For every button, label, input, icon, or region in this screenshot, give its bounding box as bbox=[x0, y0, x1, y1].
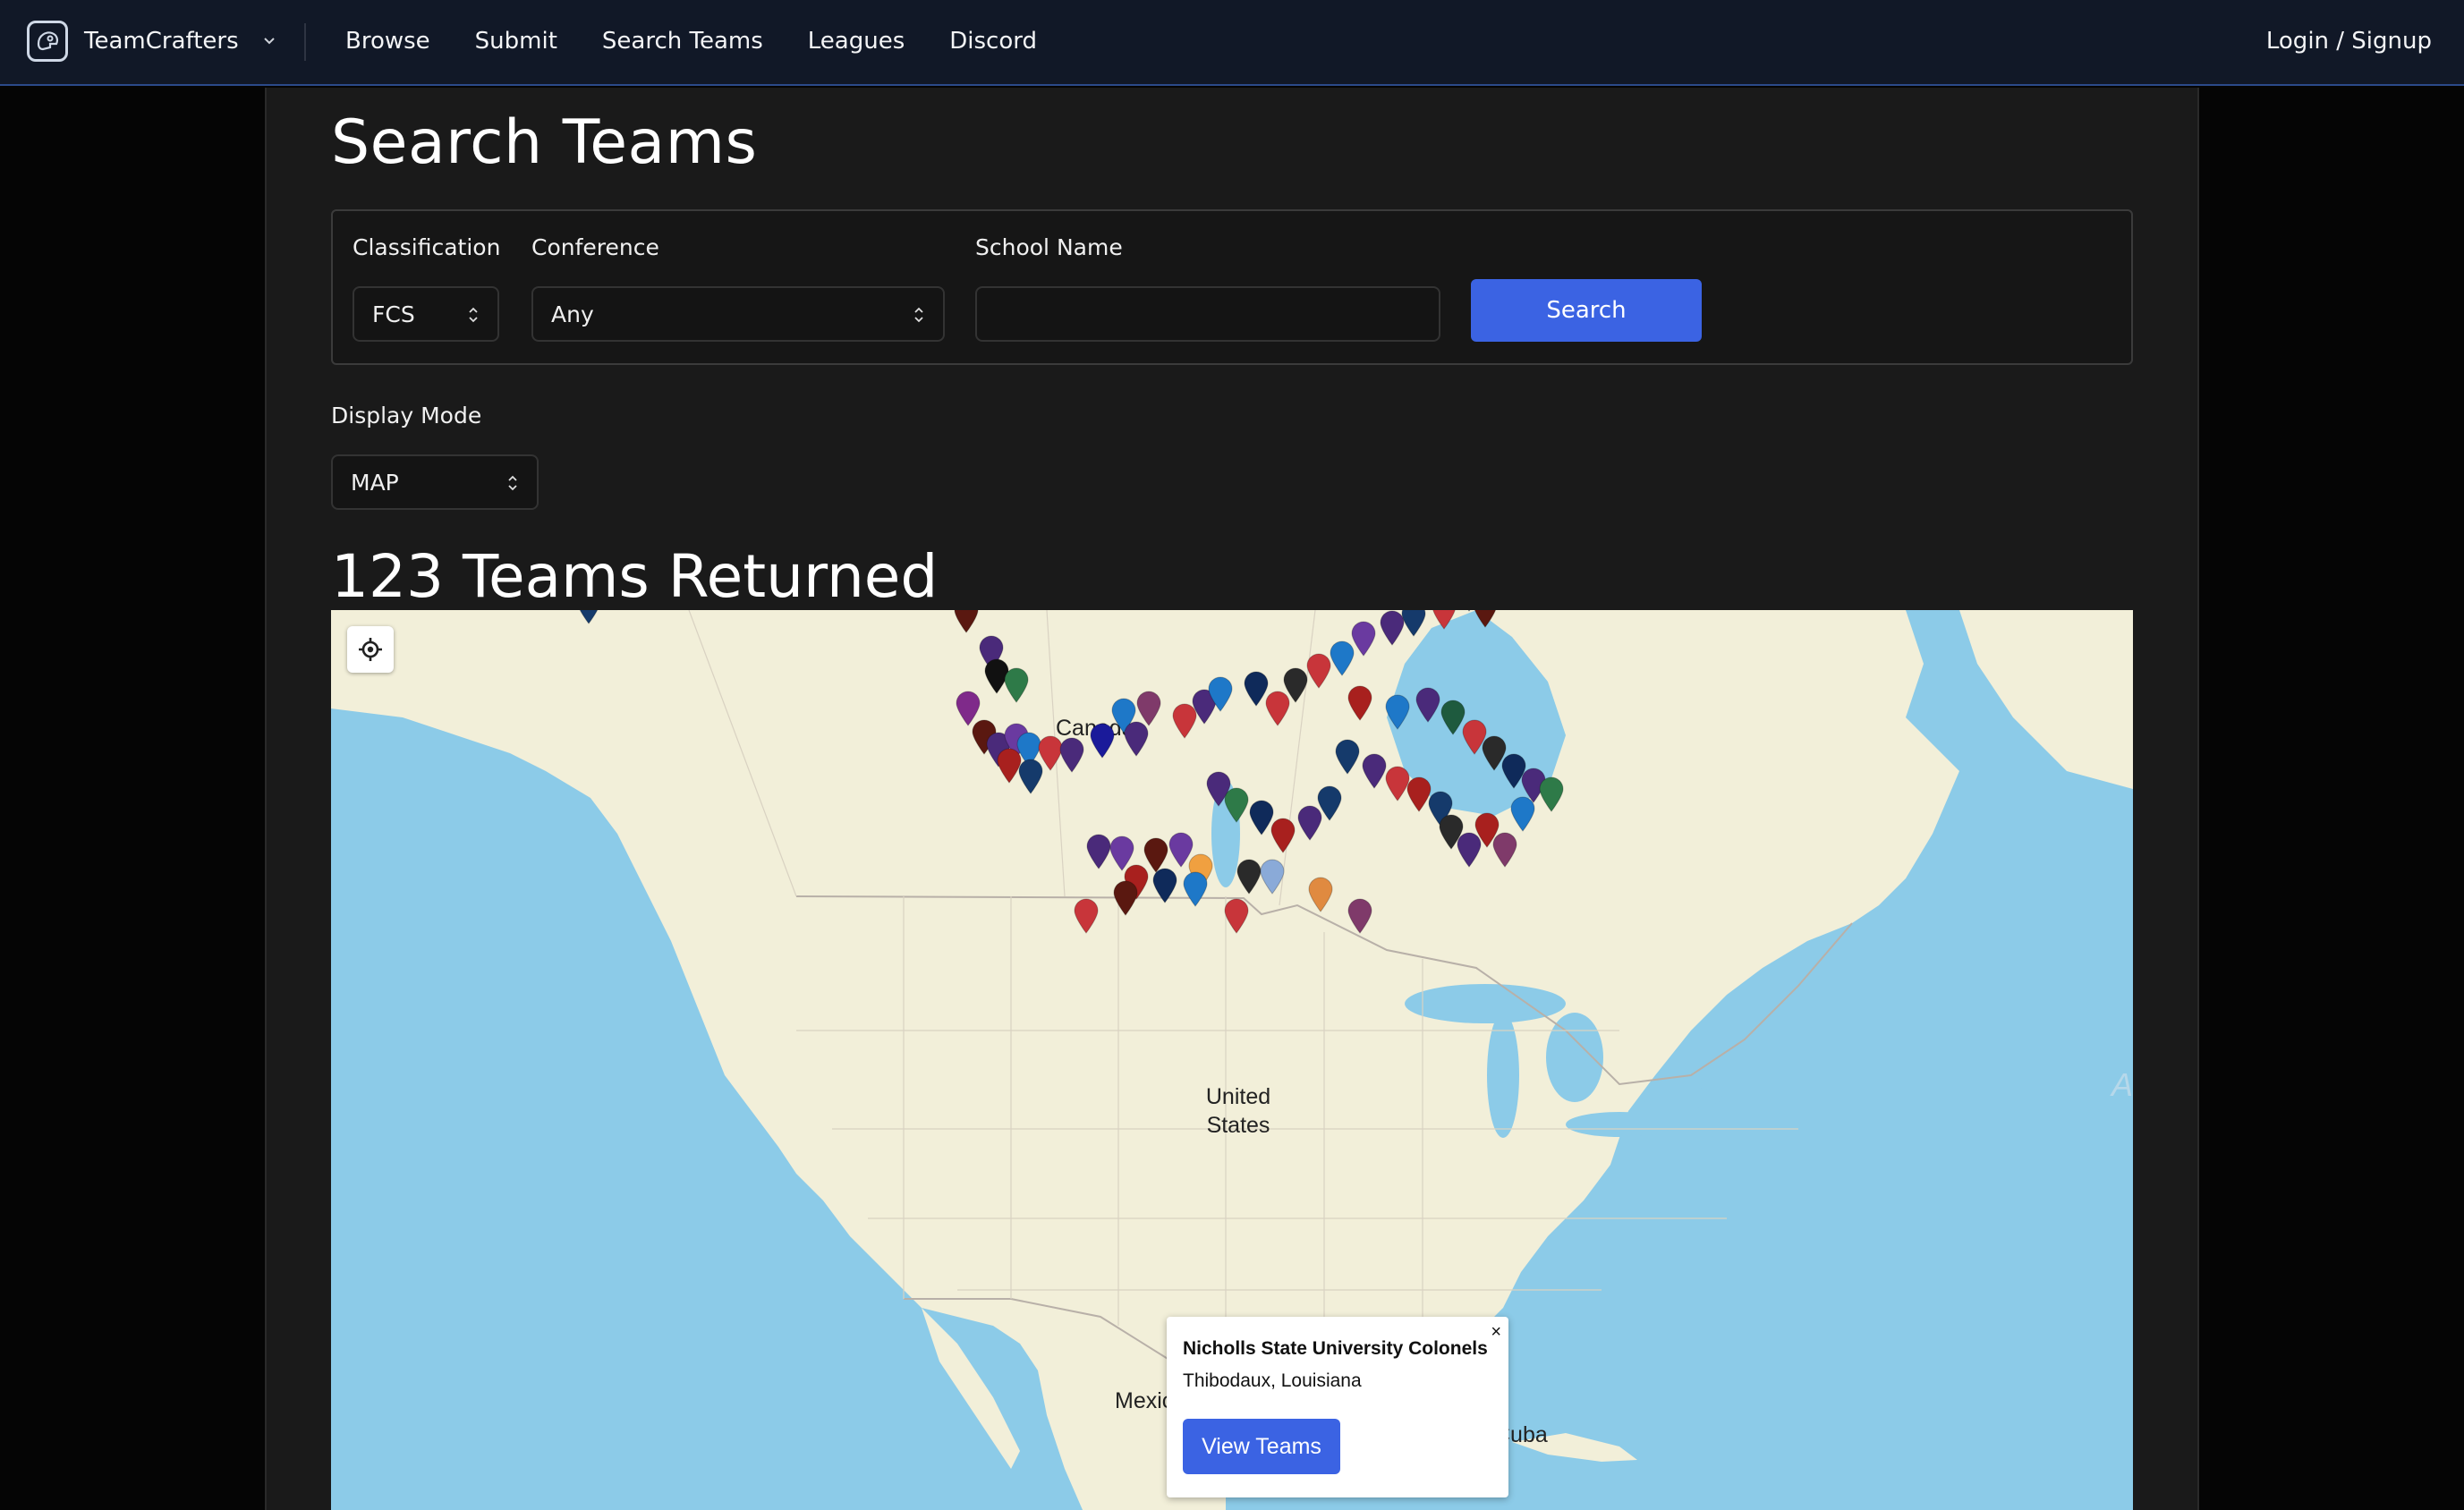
select-arrows-icon bbox=[914, 307, 923, 323]
nav-links: Browse Submit Search Teams Leagues Disco… bbox=[345, 0, 1037, 82]
team-map-marker[interactable] bbox=[1307, 877, 1334, 912]
team-map-marker[interactable] bbox=[1259, 859, 1286, 895]
team-map-marker[interactable] bbox=[953, 610, 980, 633]
nav-discord[interactable]: Discord bbox=[949, 28, 1037, 55]
team-popup: Nicholls State University Colonels Thibo… bbox=[1167, 1317, 1508, 1497]
brand-name: TeamCrafters bbox=[84, 28, 239, 55]
select-arrows-icon bbox=[469, 307, 478, 323]
team-map-marker[interactable] bbox=[1223, 787, 1250, 823]
conference-label: Conference bbox=[531, 234, 659, 260]
team-map-marker[interactable] bbox=[1073, 898, 1100, 934]
map-label-united-states: United States bbox=[1205, 1084, 1271, 1138]
team-map-marker[interactable] bbox=[1347, 685, 1373, 721]
select-arrows-icon bbox=[508, 475, 517, 491]
display-mode-select[interactable]: MAP bbox=[331, 454, 539, 510]
team-map-marker[interactable] bbox=[1270, 818, 1296, 853]
brand-menu[interactable]: TeamCrafters bbox=[27, 20, 278, 63]
lake-ontario bbox=[1642, 1087, 1722, 1108]
conference-select[interactable]: Any bbox=[531, 286, 945, 342]
team-map-marker[interactable] bbox=[1151, 868, 1178, 903]
teams-map[interactable]: Canada United States Mexico Cuba A Nicho… bbox=[331, 610, 2133, 1510]
display-mode-label: Display Mode bbox=[331, 403, 482, 428]
popup-team-name: Nicholls State University Colonels bbox=[1183, 1338, 1488, 1359]
team-map-marker[interactable] bbox=[1334, 739, 1361, 775]
map-label-atlantic: A bbox=[2111, 1066, 2133, 1103]
team-map-marker[interactable] bbox=[1509, 796, 1536, 832]
team-map-marker[interactable] bbox=[1415, 687, 1441, 723]
team-map-marker[interactable] bbox=[575, 610, 602, 624]
nav-browse[interactable]: Browse bbox=[345, 28, 430, 55]
results-count-title: 123 Teams Returned bbox=[331, 542, 939, 611]
locate-me-button[interactable] bbox=[347, 626, 394, 673]
team-map-marker[interactable] bbox=[1400, 610, 1427, 637]
nav-search-teams[interactable]: Search Teams bbox=[602, 28, 763, 55]
school-name-label: School Name bbox=[975, 234, 1123, 260]
classification-value: FCS bbox=[372, 301, 415, 327]
helmet-logo-icon bbox=[27, 21, 68, 62]
chevron-down-icon bbox=[263, 38, 275, 45]
main-container: Search Teams Classification FCS Conferen… bbox=[265, 88, 2199, 1510]
search-button[interactable]: Search bbox=[1471, 279, 1702, 342]
classification-label: Classification bbox=[353, 234, 501, 260]
team-map-marker[interactable] bbox=[1223, 898, 1250, 934]
team-map-marker[interactable] bbox=[1058, 737, 1085, 773]
nav-submit[interactable]: Submit bbox=[475, 28, 557, 55]
team-map-marker[interactable] bbox=[1431, 610, 1457, 630]
team-map-marker[interactable] bbox=[1135, 691, 1162, 726]
login-signup-link[interactable]: Login / Signup bbox=[2266, 0, 2432, 82]
nav-leagues[interactable]: Leagues bbox=[808, 28, 905, 55]
navbar: TeamCrafters Browse Submit Search Teams … bbox=[0, 0, 2464, 86]
conference-value: Any bbox=[551, 301, 594, 327]
team-map-marker[interactable] bbox=[1182, 871, 1209, 907]
team-map-marker[interactable] bbox=[1347, 898, 1373, 934]
search-filter-form: Classification FCS Conference Any School… bbox=[331, 209, 2133, 365]
lake-michigan bbox=[1487, 1013, 1519, 1138]
team-map-marker[interactable] bbox=[1472, 610, 1499, 628]
nav-divider bbox=[304, 23, 306, 61]
team-map-marker[interactable] bbox=[1350, 621, 1377, 657]
view-teams-button[interactable]: View Teams bbox=[1183, 1419, 1340, 1474]
crosshair-icon bbox=[359, 638, 382, 661]
lake-superior bbox=[1405, 984, 1566, 1023]
team-map-marker[interactable] bbox=[1538, 776, 1565, 812]
school-name-input[interactable] bbox=[975, 286, 1440, 342]
team-map-marker[interactable] bbox=[1207, 676, 1234, 712]
team-map-marker[interactable] bbox=[1491, 832, 1518, 868]
greenland bbox=[1959, 610, 2133, 789]
team-map-marker[interactable] bbox=[1316, 785, 1343, 821]
lake-huron bbox=[1546, 1013, 1603, 1102]
close-icon[interactable]: × bbox=[1491, 1322, 1501, 1343]
lake-erie bbox=[1566, 1112, 1673, 1137]
popup-team-location: Thibodaux, Louisiana bbox=[1183, 1370, 1362, 1391]
classification-select[interactable]: FCS bbox=[353, 286, 499, 342]
team-map-marker[interactable] bbox=[1112, 880, 1139, 916]
page-title: Search Teams bbox=[331, 107, 758, 178]
team-map-marker[interactable] bbox=[1003, 667, 1030, 703]
team-map-marker[interactable] bbox=[1384, 694, 1411, 730]
display-mode-value: MAP bbox=[351, 469, 399, 496]
